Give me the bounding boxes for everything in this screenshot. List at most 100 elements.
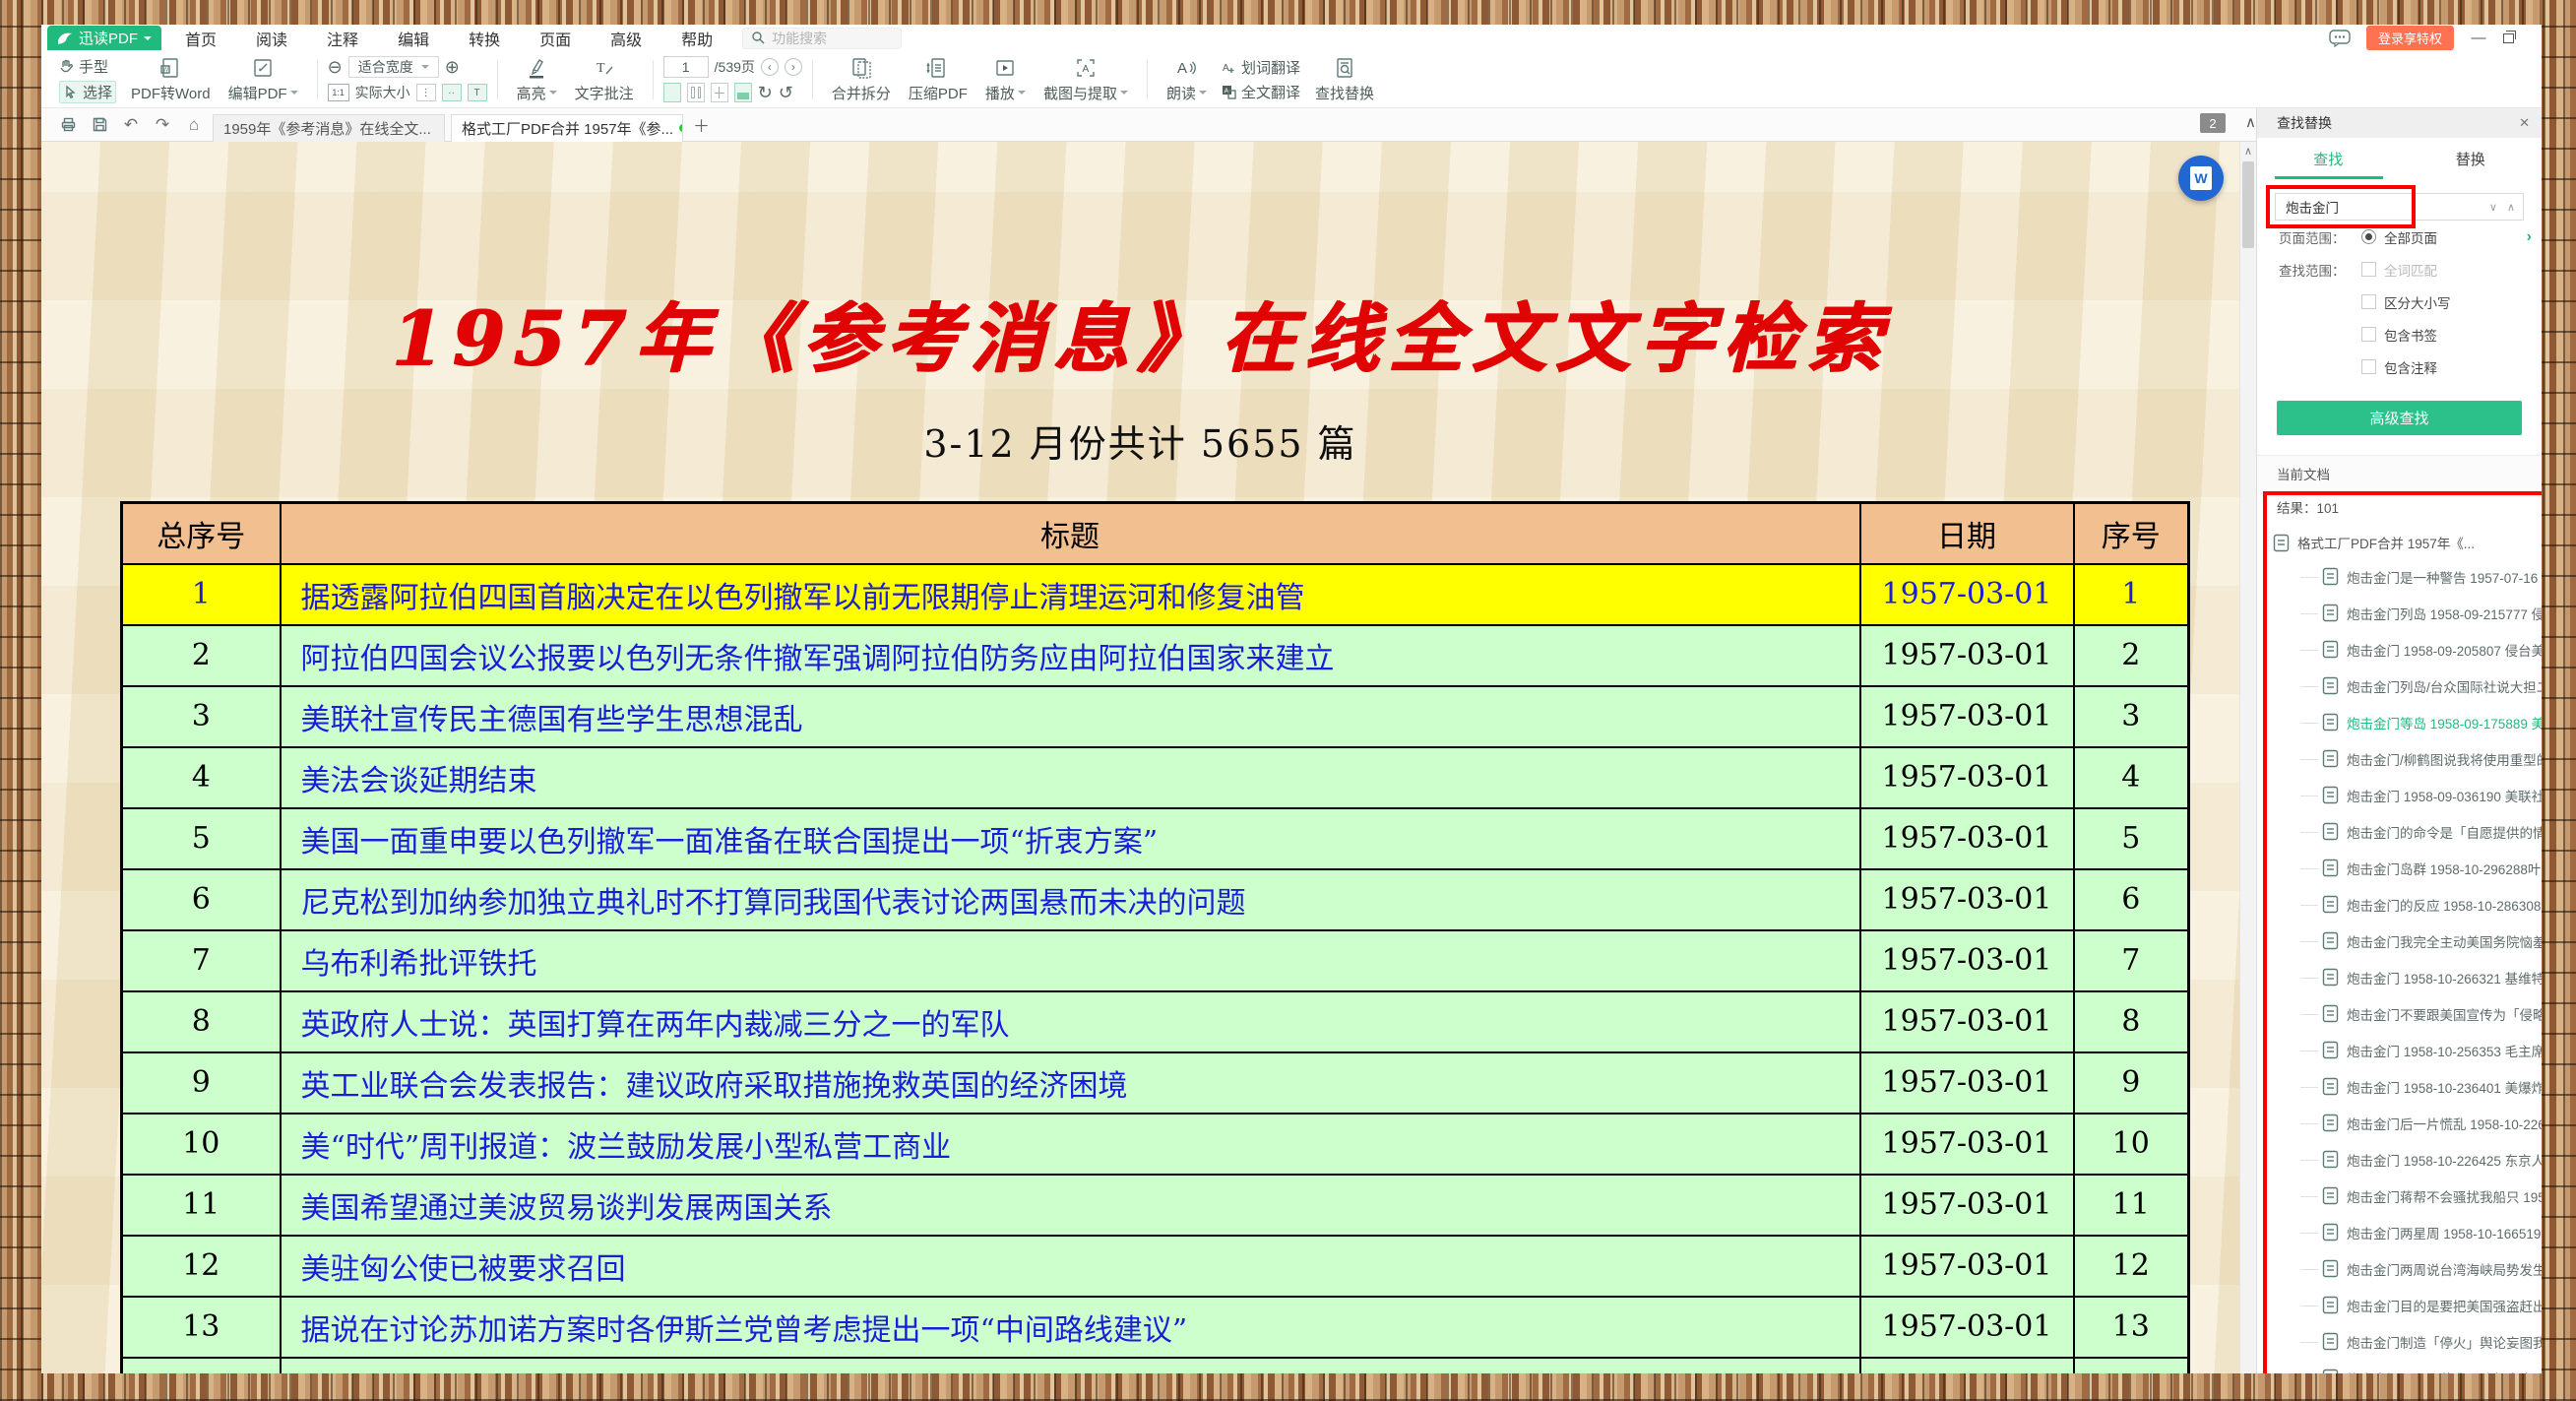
search-result-item[interactable]: 炮击金门目的是要把美国强盗赶出台 <box>2294 1287 2542 1323</box>
table-row[interactable]: 1 据透露阿拉伯四国首脑决定在以色列撤军以前无限期停止清理运河和修复油管 195… <box>122 564 2189 625</box>
search-result-item[interactable]: 炮击金门后一片慌乱 1958-10-2264 <box>2294 1105 2542 1141</box>
find-input[interactable]: 炮击金门 ∨ ∧ <box>2275 193 2524 221</box>
full-translate-button[interactable]: A 全文翻译 <box>1222 82 1300 102</box>
next-page-button[interactable]: › <box>785 58 802 76</box>
document-tab-1[interactable]: 1959年《参考消息》在线全文... <box>213 114 445 142</box>
cell-article-title[interactable]: 英政府人士说：英国打算在两年内裁减三分之一的军队 <box>281 991 1860 1052</box>
cell-article-title[interactable]: 华盛顿方面对印尼政局的发展感到不安/马尼拉条约组织理事会将讨论印尼局势 <box>281 1358 1860 1374</box>
menu-annotate[interactable]: 注释 <box>325 25 360 52</box>
tab-find[interactable]: 查找 <box>2257 149 2400 169</box>
feedback-chat-icon[interactable] <box>2329 30 2351 47</box>
function-search-input[interactable]: 功能搜索 <box>742 28 902 49</box>
zoom-in-button[interactable]: ⊕ <box>445 58 460 76</box>
hand-tool-button[interactable]: 手型 <box>59 56 116 77</box>
compress-pdf-button[interactable]: 压缩PDF <box>900 56 976 103</box>
table-row[interactable]: 7 乌布利希批评铁托 1957-03-01 7 <box>122 930 2189 991</box>
table-row[interactable]: 9 英工业联合会发表报告：建议政府采取措施挽救英国的经济困境 1957-03-0… <box>122 1052 2189 1114</box>
cell-article-title[interactable]: 尼克松到加纳参加独立典礼时不打算同我国代表讨论两国悬而未决的问题 <box>281 869 1860 930</box>
save-button[interactable] <box>87 113 112 137</box>
view-toggle-wide[interactable]: ·· <box>442 84 462 101</box>
restore-window-button[interactable] <box>2503 33 2514 43</box>
layout-book-button[interactable] <box>734 83 752 102</box>
cell-article-title[interactable]: 美联社宣传民主德国有些学生思想混乱 <box>281 686 1860 747</box>
table-row[interactable]: 4 美法会谈延期结束 1957-03-01 4 <box>122 747 2189 808</box>
results-tree-root[interactable]: 格式工厂PDF合并 1957年《... <box>2273 527 2542 558</box>
actual-size-label[interactable]: 实际大小 <box>355 83 410 102</box>
cell-article-title[interactable]: 美国希望通过美波贸易谈判发展两国关系 <box>281 1175 1860 1236</box>
advanced-find-button[interactable]: 高级查找 <box>2277 401 2522 435</box>
table-row[interactable]: 11 美国希望通过美波贸易谈判发展两国关系 1957-03-01 11 <box>122 1175 2189 1236</box>
search-result-item[interactable]: 炮击金门列岛/台众国际社说大担二担 <box>2294 668 2542 704</box>
case-sensitive-checkbox[interactable] <box>2361 294 2376 309</box>
quick-pdf-to-word-button[interactable]: W <box>2178 156 2224 201</box>
print-button[interactable] <box>55 113 81 137</box>
notification-badge[interactable]: 2 <box>2200 113 2226 133</box>
cell-article-title[interactable]: 美国一面重申要以色列撤军一面准备在联合国提出一项“折衷方案” <box>281 808 1860 869</box>
cell-article-title[interactable]: 据说在讨论苏加诺方案时各伊斯兰党曾考虑提出一项“中间路线建议” <box>281 1297 1860 1358</box>
menu-help[interactable]: 帮助 <box>679 25 715 52</box>
page-number-input[interactable]: 1 <box>663 56 709 78</box>
pdf-to-word-button[interactable]: W PDF转Word <box>122 56 220 103</box>
search-result-item[interactable]: 炮击金门蒋帮不会骚扰我船只 1958- <box>2294 1178 2542 1214</box>
edit-pdf-button[interactable]: 编辑PDF <box>220 56 307 103</box>
rotate-ccw-button[interactable]: ↺ <box>779 84 793 101</box>
table-row[interactable]: 12 美驻匈公使已被要求召回 1957-03-01 12 <box>122 1236 2189 1297</box>
table-row[interactable]: 8 英政府人士说：英国打算在两年内裁减三分之一的军队 1957-03-01 8 <box>122 991 2189 1052</box>
document-viewer[interactable]: 1957年《参考消息》在线全文文字检索 3-12 月份共计 5655 篇 总序号… <box>41 142 2239 1373</box>
tab-replace[interactable]: 替换 <box>2400 149 2543 169</box>
cell-article-title[interactable]: 英工业联合会发表报告：建议政府采取措施挽救英国的经济困境 <box>281 1052 1860 1114</box>
cell-article-title[interactable]: 美驻匈公使已被要求召回 <box>281 1236 1860 1297</box>
search-result-item[interactable]: 炮击金门 1958-10-256353 毛主席同 <box>2294 1032 2542 1068</box>
all-pages-radio[interactable] <box>2361 229 2376 244</box>
zoom-out-button[interactable]: ⊖ <box>328 58 343 76</box>
search-result-item[interactable]: 炮击金门 1958-10-226425 东京人士 <box>2294 1141 2542 1178</box>
search-result-item[interactable]: 炮击金门不要跟美国宣传为「侵略」 <box>2294 995 2542 1032</box>
find-replace-button[interactable]: 查找替换 <box>1306 56 1383 103</box>
cell-article-title[interactable]: 乌布利希批评铁托 <box>281 930 1860 991</box>
rotate-cw-button[interactable]: ↻ <box>758 84 773 101</box>
app-logo-button[interactable]: 迅读PDF <box>47 26 161 50</box>
search-result-item[interactable]: 炮击金门我完全主动美国务院恼羞成 <box>2294 923 2542 959</box>
search-result-item[interactable]: 炮击金门的反应 1958-10-286308 <box>2294 886 2542 923</box>
table-row[interactable]: 13 据说在讨论苏加诺方案时各伊斯兰党曾考虑提出一项“中间路线建议” 1957-… <box>122 1297 2189 1358</box>
whole-word-checkbox[interactable] <box>2361 262 2376 277</box>
scrollbar-thumb[interactable] <box>2242 161 2254 248</box>
menu-read[interactable]: 阅读 <box>254 25 289 52</box>
cell-article-title[interactable]: 美法会谈延期结束 <box>281 747 1860 808</box>
document-tab-2-active[interactable]: 格式工厂PDF合并 1957年《参... <box>451 114 683 142</box>
search-result-item[interactable]: 炮击金门等岛 1958-09-175889 美 <box>2294 704 2542 740</box>
view-toggle-dots[interactable]: ⋮ <box>416 84 436 101</box>
include-bookmarks-checkbox[interactable] <box>2361 327 2376 342</box>
vertical-scrollbar[interactable]: ∧ <box>2239 142 2256 1373</box>
select-tool-button[interactable]: 选择 <box>59 81 116 103</box>
cell-article-title[interactable]: 据透露阿拉伯四国首脑决定在以色列撤军以前无限期停止清理运河和修复油管 <box>281 564 1860 625</box>
text-note-button[interactable]: T 文字批注 <box>566 56 643 103</box>
collapse-toolbar-button[interactable]: ∧ <box>2245 113 2256 131</box>
search-result-item[interactable]: 炮击金门两星周 1958-10-166519 美 <box>2294 1214 2542 1250</box>
cell-article-title[interactable]: 阿拉伯四国会议公报要以色列无条件撤军强调阿拉伯防务应由阿拉伯国家来建立 <box>281 625 1860 686</box>
table-row[interactable]: 10 美“时代”周刊报道：波兰鼓励发展小型私营工商业 1957-03-01 10 <box>122 1114 2189 1175</box>
search-result-item[interactable]: 炮击金门制造「停火」舆论妄图我将 <box>2294 1323 2542 1360</box>
table-row[interactable]: 5 美国一面重申要以色列撤军一面准备在联合国提出一项“折衷方案” 1957-03… <box>122 808 2189 869</box>
scroll-up-arrow[interactable]: ∧ <box>2240 142 2256 158</box>
menu-edit[interactable]: 编辑 <box>396 25 431 52</box>
find-prev-chevron-icon[interactable]: ∨ <box>2489 201 2497 214</box>
search-result-item[interactable]: 炮击金门两周说台湾海峡局势发生了 <box>2294 1250 2542 1287</box>
undo-button[interactable]: ↶ <box>118 113 144 137</box>
layout-two-page-button[interactable] <box>687 83 705 102</box>
table-row[interactable]: 2 阿拉伯四国会议公报要以色列无条件撤军强调阿拉伯防务应由阿拉伯国家来建立 19… <box>122 625 2189 686</box>
include-comments-checkbox[interactable] <box>2361 359 2376 374</box>
view-toggle-text[interactable]: T <box>468 84 487 101</box>
merge-split-button[interactable]: 合并拆分 <box>823 56 900 103</box>
menu-advanced[interactable]: 高级 <box>608 25 644 52</box>
layout-grid-button[interactable] <box>711 83 728 102</box>
menu-page[interactable]: 页面 <box>537 25 573 52</box>
prev-page-button[interactable]: ‹ <box>761 58 779 76</box>
search-result-item[interactable]: 炮击金门是一种警告 1957-07-16 2 <box>2294 558 2542 595</box>
search-result-item[interactable]: 炮击金门 1958-09-205807 侵台美军 <box>2294 631 2542 668</box>
minimize-button[interactable]: — <box>2470 30 2487 46</box>
search-result-item[interactable]: 炮击金门两周诬蔑我国防部命令是一 <box>2294 1360 2542 1373</box>
search-result-item[interactable]: 炮击金门 1958-10-266321 基维特到 <box>2294 959 2542 995</box>
cell-article-title[interactable]: 美“时代”周刊报道：波兰鼓励发展小型私营工商业 <box>281 1114 1860 1175</box>
expand-range-icon[interactable]: › <box>2527 228 2532 246</box>
